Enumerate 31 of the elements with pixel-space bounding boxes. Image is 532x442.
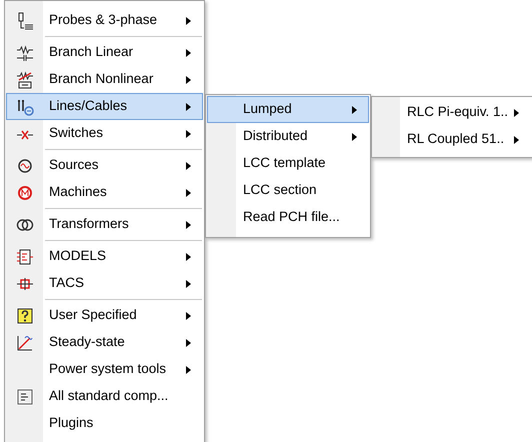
menu-item[interactable]: Lines/Cables xyxy=(6,93,203,120)
menu-item[interactable]: Branch Nonlinear xyxy=(6,66,203,93)
menu-item[interactable]: Probes & 3-phase xyxy=(6,7,203,34)
menu-item[interactable]: Lumped xyxy=(207,96,369,123)
model-block-icon xyxy=(16,248,34,266)
help-box-icon xyxy=(16,306,34,324)
probe-icon xyxy=(16,12,34,30)
menu-item[interactable]: Transformers xyxy=(6,211,203,238)
menu-item[interactable]: Machines xyxy=(6,179,203,206)
menu-item[interactable]: Read PCH file... xyxy=(207,204,369,231)
menu-item[interactable]: Distributed xyxy=(207,123,369,150)
menu-item[interactable]: LCC section xyxy=(207,177,369,204)
menu-item[interactable]: Branch Linear xyxy=(6,39,203,66)
menu-item[interactable]: Steady-state xyxy=(6,329,203,356)
menu-item[interactable]: LCC template xyxy=(207,150,369,177)
chart-icon xyxy=(16,334,34,352)
menu-item[interactable]: Power system tools xyxy=(6,356,203,383)
menu-item[interactable]: Switches xyxy=(6,120,203,147)
menu-item[interactable]: TACS xyxy=(6,270,203,297)
list-window-icon xyxy=(16,388,34,406)
resistor-capacitor-icon xyxy=(16,44,34,62)
nonlinear-element-icon xyxy=(16,70,34,88)
menu-item[interactable]: All standard comp... xyxy=(6,383,203,410)
menu-item[interactable]: User Specified xyxy=(6,302,203,329)
machine-icon xyxy=(16,184,34,202)
menu-item[interactable]: Plugins xyxy=(6,410,203,437)
menu-item[interactable]: RLC Pi-equiv. 1.. xyxy=(373,99,531,126)
menu-item[interactable]: MODELS xyxy=(6,243,203,270)
ac-source-icon xyxy=(16,156,34,174)
menu-item[interactable]: RL Coupled 51.. xyxy=(373,126,531,153)
menu-item[interactable]: Sources xyxy=(6,152,203,179)
